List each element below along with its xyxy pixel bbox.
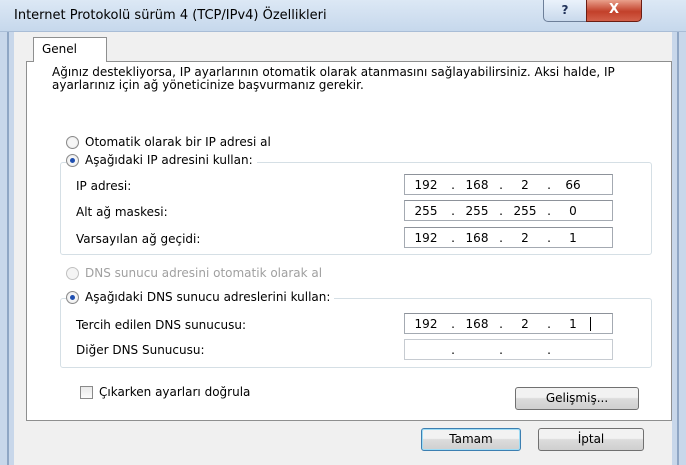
subnet-mask-octet-3: 255 [513,203,537,218]
alternate-dns-input[interactable]: . . . [404,339,613,360]
default-gateway-octet-4: 1 [569,230,577,245]
window-frame-right-edge [677,32,679,465]
octet-separator: . [547,230,551,245]
text-caret [590,317,591,331]
default-gateway-octet-1: 192 [414,230,438,245]
validate-label: Çıkarken ayarları doğrula [99,385,251,399]
subnet-mask-octet-1: 255 [414,203,438,218]
ip-auto-radio[interactable] [66,135,79,149]
preferred-dns-octet-4: 1 [569,316,577,331]
octet-separator: . [547,342,551,357]
subnet-mask-octet-2: 255 [465,203,489,218]
octet-separator: . [499,230,503,245]
preferred-dns-input[interactable]: 192 . 168 . 2 . 1 [404,313,613,334]
octet-separator: . [499,342,503,357]
preferred-dns-octet-3: 2 [521,316,529,331]
preferred-dns-label: Tercih edilen DNS sunucusu: [76,318,246,332]
octet-separator: . [547,316,551,331]
tab-genel-label: Genel [42,42,78,56]
alternate-dns-label: Diğer DNS Sunucusu: [76,343,205,357]
octet-separator: . [499,203,503,218]
cancel-button[interactable]: İptal [538,428,644,451]
default-gateway-label: Varsayılan ağ geçidi: [76,232,201,246]
dns-manual-option[interactable]: Aşağıdaki DNS sunucu adreslerini kullan: [66,290,335,304]
ip-address-label: IP adresi: [76,179,132,193]
window-frame-left-edge [7,32,9,465]
octet-separator: . [451,342,455,357]
title-bar: Internet Protokolü sürüm 4 (TCP/IPv4) Öz… [0,0,686,32]
dns-auto-option[interactable]: DNS sunucu adresini otomatik olarak al [66,266,322,280]
help-button[interactable]: ? [543,0,587,22]
dns-auto-radio[interactable] [66,266,79,280]
window-frame-right [672,32,686,465]
dns-auto-label: DNS sunucu adresini otomatik olarak al [85,266,323,280]
ip-address-octet-1: 192 [414,177,438,192]
ip-auto-label: Otomatik olarak bir IP adresi al [85,135,271,149]
preferred-dns-octet-2: 168 [465,316,489,331]
ip-address-octet-4: 66 [565,177,581,192]
close-button[interactable]: X [586,0,642,22]
subnet-mask-octet-4: 0 [569,203,577,218]
octet-separator: . [499,316,503,331]
ip-manual-label: Aşağıdaki IP adresini kullan: [85,153,253,167]
ip-manual-radio[interactable] [66,153,79,167]
ip-manual-option[interactable]: Aşağıdaki IP adresini kullan: [66,153,257,167]
subnet-mask-label: Alt ağ maskesi: [76,205,168,219]
dns-manual-label: Aşağıdaki DNS sunucu adreslerini kullan: [85,290,331,304]
window-title: Internet Protokolü sürüm 4 (TCP/IPv4) Öz… [14,8,327,23]
advanced-button[interactable]: Gelişmiş... [515,387,639,410]
octet-separator: . [547,203,551,218]
octet-separator: . [451,316,455,331]
ip-auto-option[interactable]: Otomatik olarak bir IP adresi al [66,135,271,149]
dns-manual-radio[interactable] [66,290,79,304]
default-gateway-input[interactable]: 192 . 168 . 2 . 1 [404,227,613,248]
ip-address-input[interactable]: 192 . 168 . 2 . 66 [404,174,613,195]
validate-checkbox[interactable] [80,386,93,399]
ok-button[interactable]: Tamam [421,428,521,451]
default-gateway-octet-3: 2 [521,230,529,245]
octet-separator: . [451,230,455,245]
ip-address-octet-3: 2 [521,177,529,192]
preferred-dns-octet-1: 192 [414,316,438,331]
octet-separator: . [451,203,455,218]
ip-address-octet-2: 168 [465,177,489,192]
default-gateway-octet-2: 168 [465,230,489,245]
tab-genel[interactable]: Genel [33,37,107,62]
octet-separator: . [547,177,551,192]
octet-separator: . [451,177,455,192]
octet-separator: . [499,177,503,192]
description-text: Ağınız destekliyorsa, IP ayarlarının oto… [52,65,615,92]
subnet-mask-input[interactable]: 255 . 255 . 255 . 0 [404,200,613,221]
